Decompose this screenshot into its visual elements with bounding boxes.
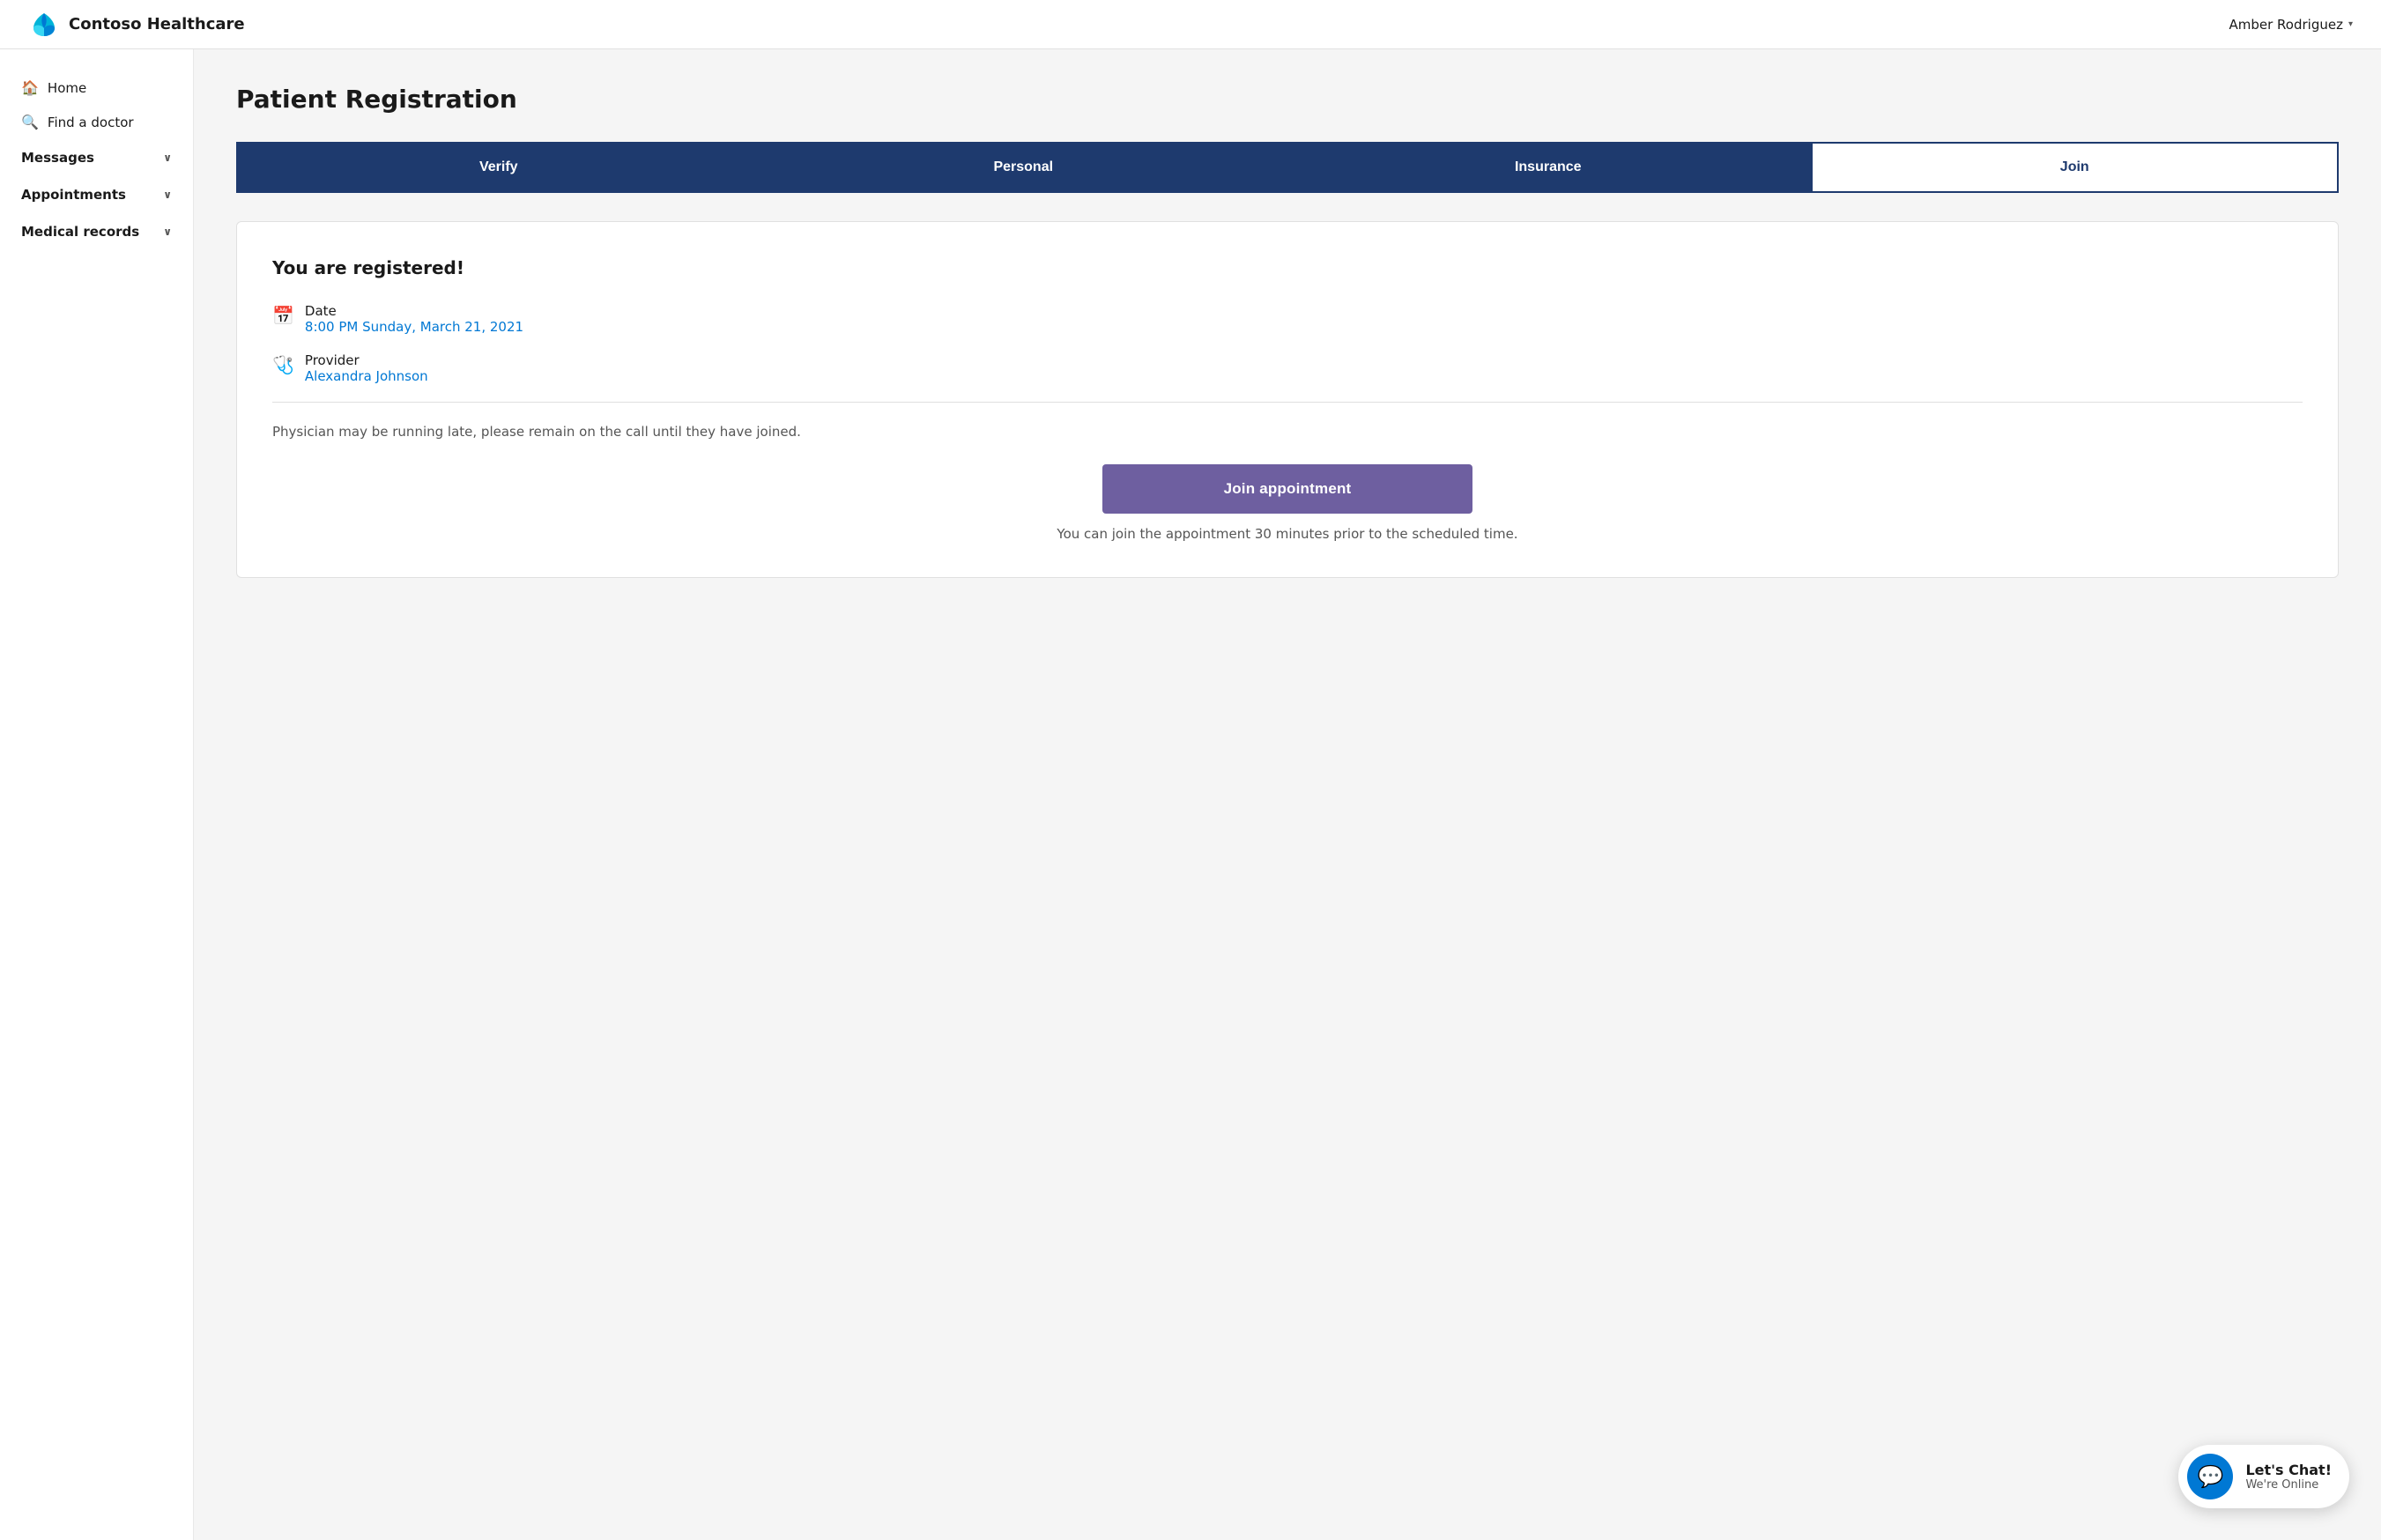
- provider-value: Alexandra Johnson: [305, 368, 428, 384]
- divider: [272, 402, 2303, 403]
- sidebar-item-label: Find a doctor: [48, 115, 134, 130]
- sidebar: 🏠 Home 🔍 Find a doctor Messages ∨ Appoin…: [0, 49, 194, 1540]
- chevron-down-icon: ∨: [163, 189, 172, 201]
- provider-info: Provider Alexandra Johnson: [305, 352, 428, 384]
- brand-logo: [28, 9, 60, 41]
- sidebar-item-appointments[interactable]: Appointments ∨: [0, 176, 193, 213]
- page-title: Patient Registration: [236, 85, 2339, 114]
- chat-status: We're Online: [2245, 1478, 2332, 1492]
- join-appointment-button[interactable]: Join appointment: [1102, 464, 1472, 514]
- sidebar-item-messages[interactable]: Messages ∨: [0, 139, 193, 176]
- sidebar-messages-label: Messages: [21, 150, 94, 166]
- join-section: Join appointment You can join the appoin…: [272, 464, 2303, 542]
- registration-card: You are registered! 📅 Date 8:00 PM Sunda…: [236, 221, 2339, 578]
- chevron-down-icon: ∨: [163, 152, 172, 164]
- user-name: Amber Rodriguez: [2229, 17, 2342, 33]
- sidebar-item-medical-records[interactable]: Medical records ∨: [0, 213, 193, 250]
- chat-bubble[interactable]: 💬 Let's Chat! We're Online: [2178, 1445, 2349, 1508]
- join-note: You can join the appointment 30 minutes …: [1057, 526, 1517, 542]
- sidebar-item-label: Home: [48, 80, 86, 96]
- wizard-steps: Verify Personal Insurance Join: [236, 142, 2339, 193]
- sidebar-item-find-doctor[interactable]: 🔍 Find a doctor: [0, 105, 193, 139]
- chat-title: Let's Chat!: [2245, 1462, 2332, 1478]
- stethoscope-icon: 🩺: [272, 354, 294, 375]
- chevron-down-icon: ▾: [2348, 19, 2353, 29]
- layout: 🏠 Home 🔍 Find a doctor Messages ∨ Appoin…: [0, 49, 2381, 1540]
- wizard-step-verify[interactable]: Verify: [236, 142, 761, 193]
- topnav: Contoso Healthcare Amber Rodriguez ▾: [0, 0, 2381, 49]
- date-info: Date 8:00 PM Sunday, March 21, 2021: [305, 303, 523, 335]
- brand-name: Contoso Healthcare: [69, 15, 245, 33]
- chevron-down-icon: ∨: [163, 226, 172, 238]
- registration-heading: You are registered!: [272, 257, 2303, 278]
- sidebar-item-home[interactable]: 🏠 Home: [0, 70, 193, 105]
- brand: Contoso Healthcare: [28, 9, 245, 41]
- chat-icon-symbol: 💬: [2197, 1464, 2223, 1489]
- date-row: 📅 Date 8:00 PM Sunday, March 21, 2021: [272, 303, 2303, 335]
- provider-row: 🩺 Provider Alexandra Johnson: [272, 352, 2303, 384]
- date-label: Date: [305, 303, 523, 319]
- home-icon: 🏠: [21, 79, 39, 96]
- wizard-step-insurance[interactable]: Insurance: [1286, 142, 1811, 193]
- find-doctor-icon: 🔍: [21, 114, 39, 130]
- wizard-step-join[interactable]: Join: [1811, 142, 2340, 193]
- sidebar-medical-records-label: Medical records: [21, 224, 139, 240]
- main-content: Patient Registration Verify Personal Ins…: [194, 49, 2381, 1540]
- calendar-icon: 📅: [272, 305, 294, 326]
- sidebar-appointments-label: Appointments: [21, 187, 126, 203]
- wizard-step-personal[interactable]: Personal: [761, 142, 1287, 193]
- provider-label: Provider: [305, 352, 428, 368]
- date-value: 8:00 PM Sunday, March 21, 2021: [305, 319, 523, 335]
- chat-icon: 💬: [2187, 1454, 2233, 1499]
- physician-note: Physician may be running late, please re…: [272, 424, 2303, 440]
- chat-text: Let's Chat! We're Online: [2245, 1462, 2332, 1492]
- user-menu[interactable]: Amber Rodriguez ▾: [2229, 17, 2353, 33]
